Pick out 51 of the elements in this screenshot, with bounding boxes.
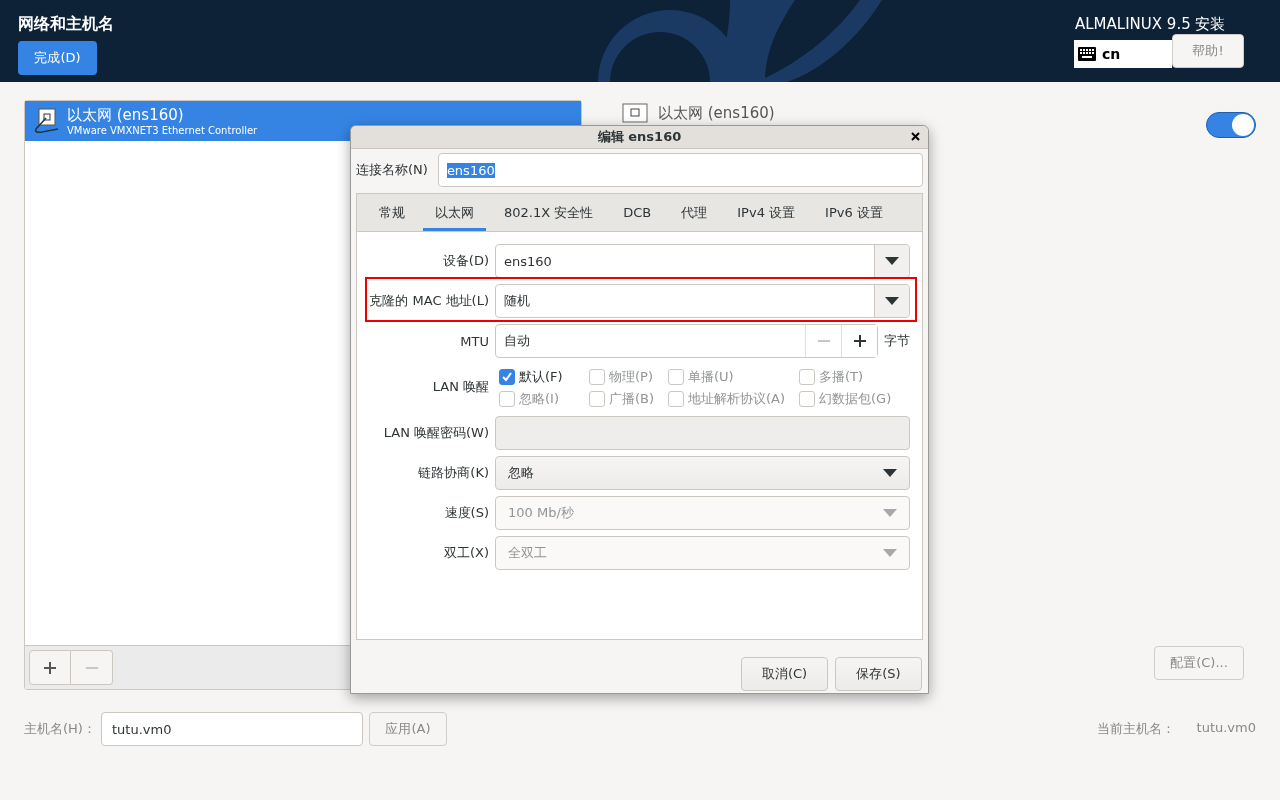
current-hostname-label: 当前主机名： [1096, 720, 1175, 738]
field-label: MTU [459, 333, 489, 349]
tab[interactable]: DCB [611, 194, 664, 231]
device-title: 以太网 (ens160) [658, 103, 775, 123]
tab[interactable]: IPv6 设置 [813, 194, 895, 231]
tab[interactable]: 以太网 [423, 194, 486, 231]
tab[interactable]: IPv4 设置 [725, 194, 808, 231]
keyboard-icon [1078, 47, 1096, 61]
current-hostname: tutu.vm0 [1196, 720, 1256, 737]
field-label: LAN 唤醒 [431, 378, 489, 396]
field-label: 设备(D) [441, 252, 489, 270]
caret-icon [883, 509, 897, 517]
plus-icon [44, 661, 56, 674]
combo-field[interactable]: 随机 [495, 284, 910, 318]
spin-field[interactable]: 自动 [495, 324, 878, 358]
dialog-title: 编辑 ens160 [597, 128, 682, 146]
keyboard-layout-field[interactable]: cn [1074, 40, 1172, 68]
tab[interactable]: 常规 [367, 194, 417, 231]
hostname-field[interactable]: tutu.vm0 [101, 712, 363, 746]
unit-label: 字节 [884, 332, 910, 350]
plus-icon [853, 335, 866, 347]
hostname-label: 主机名(H)： [24, 720, 97, 738]
ethernet-icon [33, 107, 59, 135]
toggle-switch[interactable] [1206, 112, 1256, 138]
caret-icon [883, 549, 897, 557]
field-label: 连接名称(N) [356, 161, 428, 179]
tab[interactable]: 802.1X 安全性 [492, 194, 606, 231]
field-label: 克隆的 MAC 地址(L) [368, 292, 489, 310]
caret-icon [883, 469, 897, 477]
dialog-button[interactable]: 保存(S) [835, 657, 922, 691]
done-button[interactable]: 完成(D) [18, 41, 97, 75]
connection-name-field[interactable]: ens160 [437, 153, 923, 187]
tab[interactable]: 代理 [669, 194, 720, 231]
checkbox[interactable]: 默认(F) [499, 368, 589, 386]
field-label: 速度(S) [443, 504, 489, 522]
caret-icon [885, 297, 899, 305]
ethernet-icon [622, 103, 648, 123]
dialog-button[interactable]: 取消(C) [741, 657, 828, 691]
combo-field[interactable]: ens160 [495, 244, 910, 278]
caret-icon [885, 257, 899, 265]
field-label: LAN 唤醒密码(W) [382, 424, 489, 442]
product-title: ALMALINUX 9.5 安装 [1075, 15, 1226, 34]
connection-description: VMware VMXNET3 Ethernet Controller [67, 125, 258, 136]
add-button[interactable] [29, 650, 71, 685]
dropdown[interactable]: 忽略 [495, 456, 910, 490]
field-label: 链路协商(K) [417, 464, 489, 482]
check-icon [502, 372, 512, 382]
field-label: 双工(X) [442, 544, 489, 562]
connection-name: 以太网 (ens160) [67, 106, 185, 125]
close-icon[interactable] [911, 132, 920, 141]
page-title: 网络和主机名 [18, 14, 114, 35]
